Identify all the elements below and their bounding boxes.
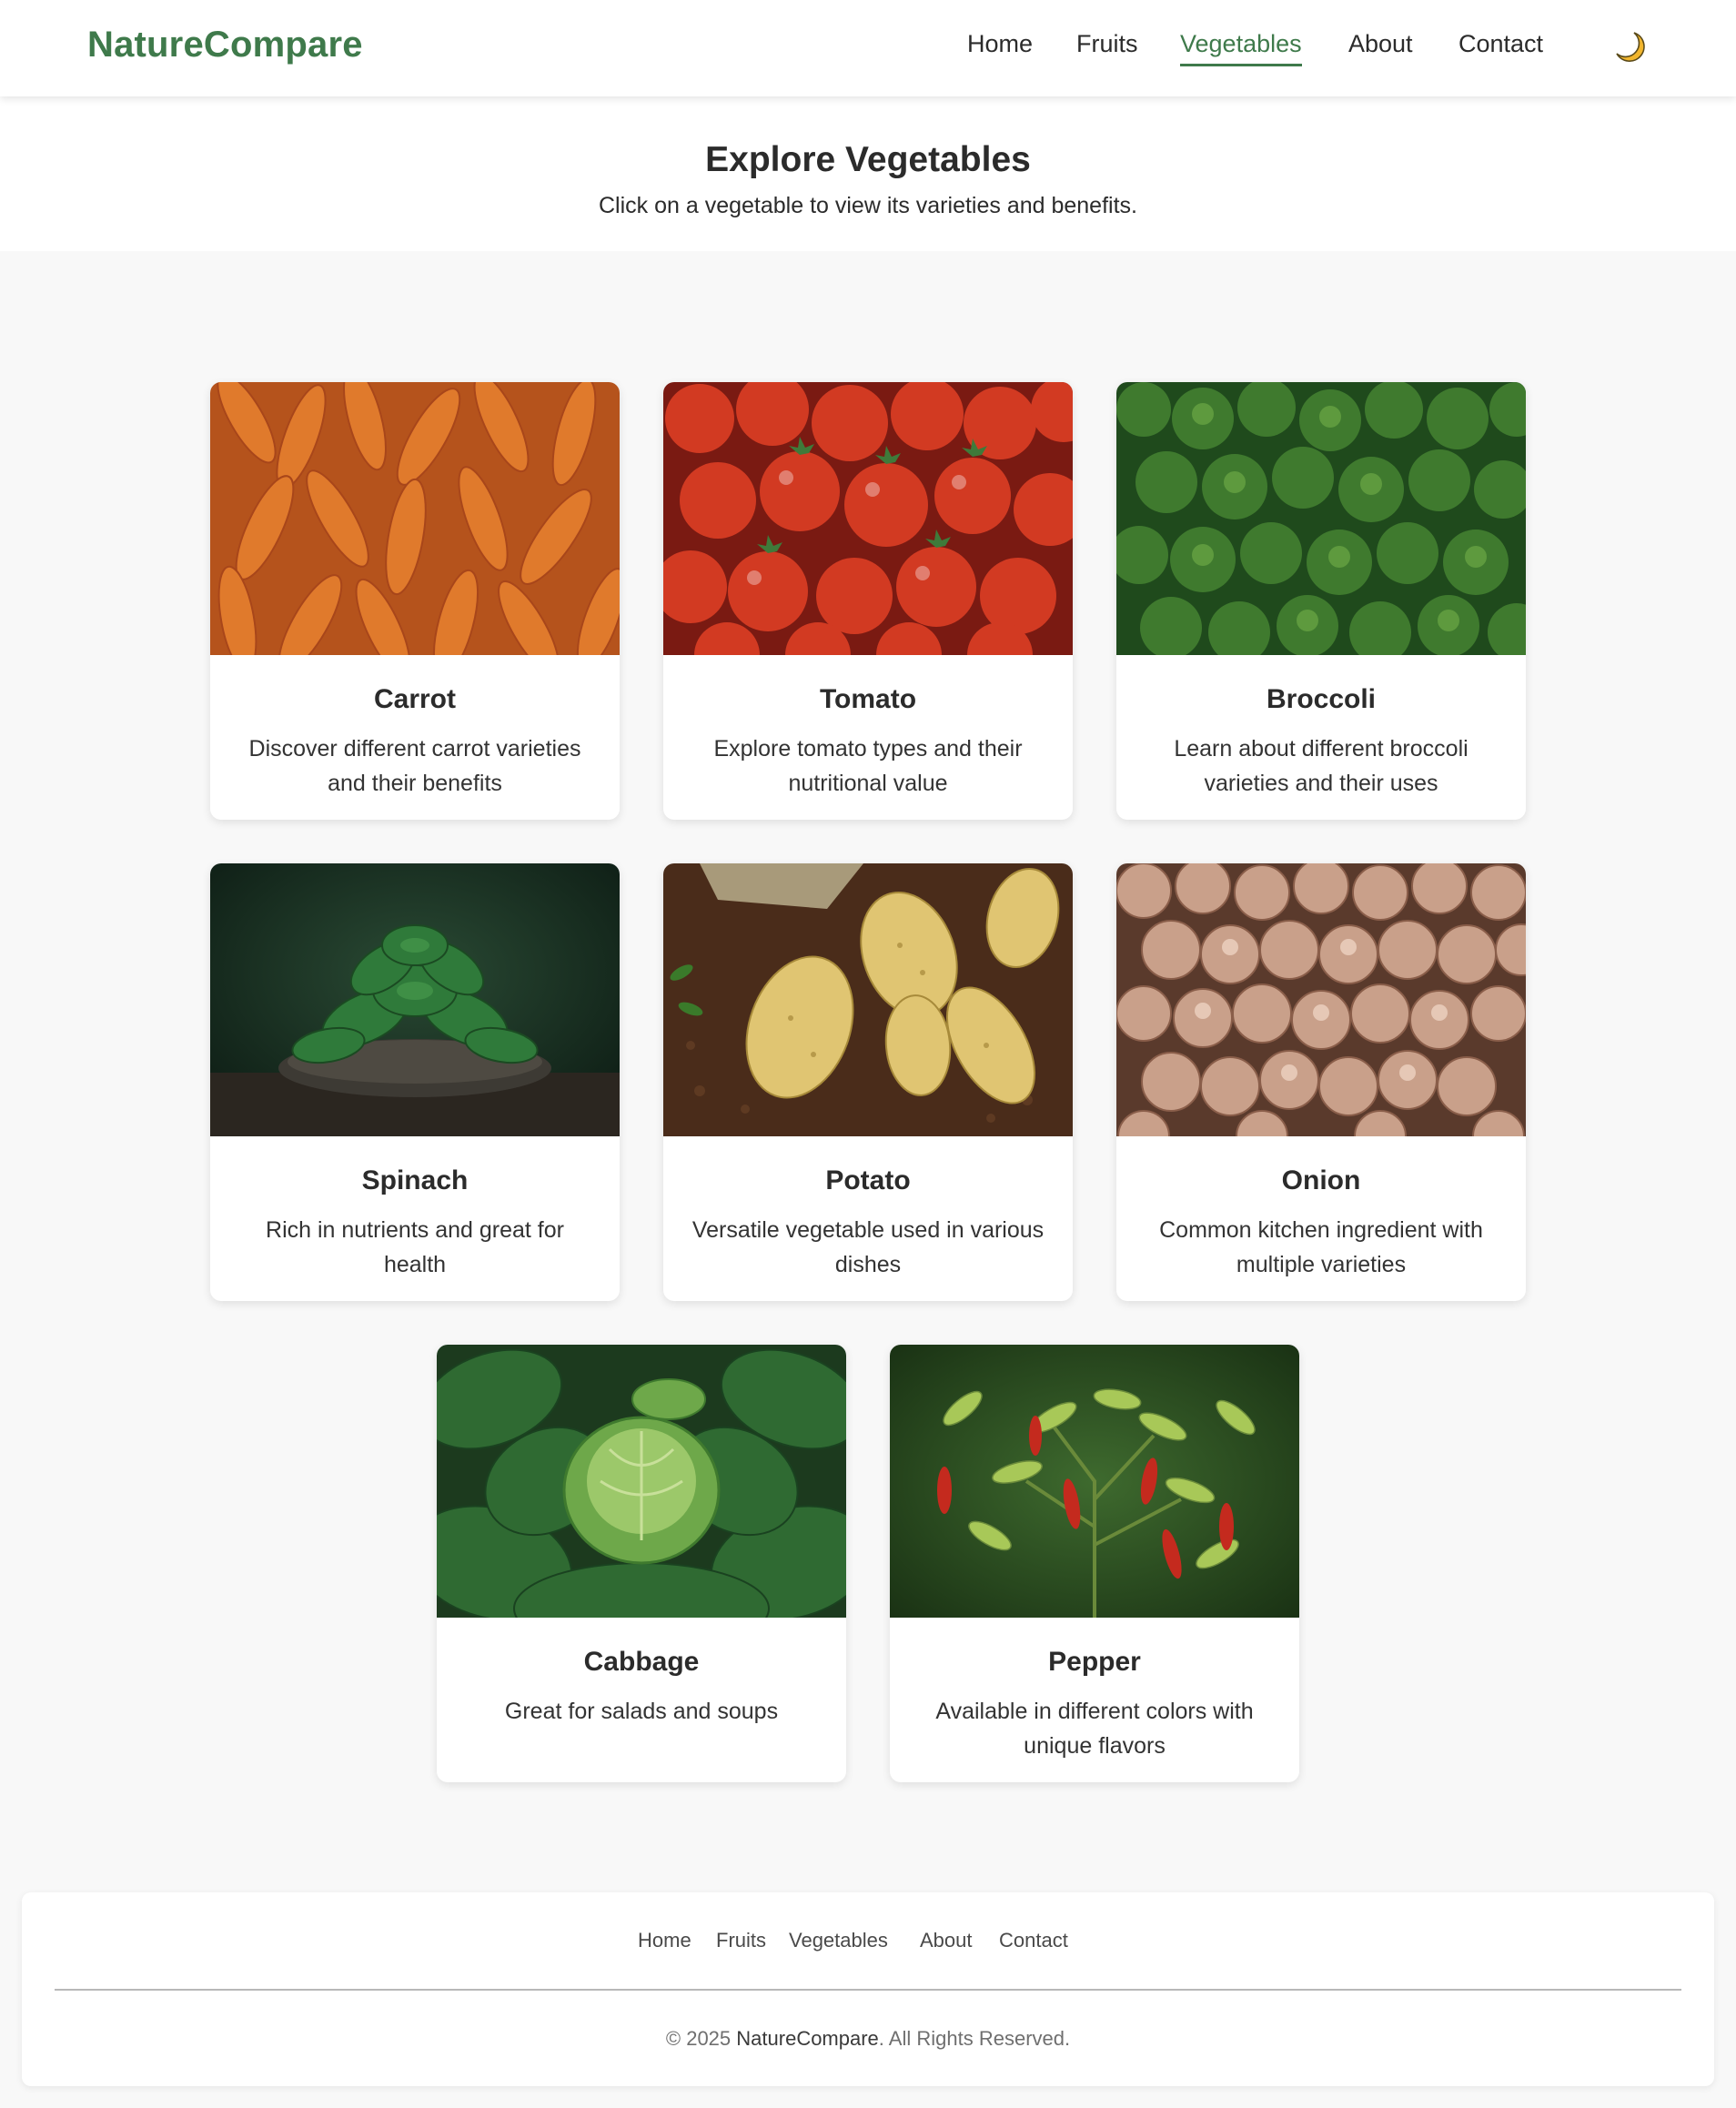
spinach-image	[210, 863, 620, 1136]
nav-home-link[interactable]: Home	[967, 30, 1033, 64]
copyright-text: © 2025 NatureCompare. All Rights Reserve…	[22, 2027, 1714, 2051]
footer-divider	[55, 1989, 1681, 1991]
card-title: Potato	[825, 1165, 911, 1195]
site-footer: Home Fruits Vegetables About Contact © 2…	[22, 1892, 1714, 2086]
card-title: Broccoli	[1266, 684, 1377, 714]
card-description: Available in different colors with uniqu…	[935, 1699, 1254, 1759]
card-title: Carrot	[373, 684, 456, 714]
nav-contact-link[interactable]: Contact	[1458, 30, 1543, 64]
onion-image	[1116, 863, 1526, 1136]
vegetable-card-pepper[interactable]: Pepper Available in different colors wit…	[890, 1345, 1299, 1782]
card-title: Spinach	[361, 1165, 469, 1195]
footer-about-link[interactable]: About	[920, 1929, 973, 1952]
card-description: Versatile vegetable used in various dish…	[691, 1217, 1045, 1277]
card-description: Great for salads and soups	[504, 1699, 779, 1724]
copyright-brand: NatureCompare	[736, 2027, 879, 2050]
tomato-image	[663, 382, 1073, 655]
card-description: Learn about different broccoli varieties…	[1174, 736, 1469, 796]
copyright-prefix: © 2025	[665, 2027, 737, 2050]
moon-icon	[1616, 32, 1645, 62]
card-description: Explore tomato types and their nutrition…	[713, 736, 1023, 796]
hero-section: Explore Vegetables Click on a vegetable …	[0, 96, 1736, 251]
card-description: Rich in nutrients and great for health	[266, 1217, 564, 1277]
broccoli-image	[1116, 382, 1526, 655]
footer-vegetables-link[interactable]: Vegetables	[789, 1929, 888, 1952]
card-title: Onion	[1281, 1165, 1361, 1195]
vegetable-card-cabbage[interactable]: Cabbage Great for salads and soups	[437, 1345, 846, 1782]
card-description: Discover different carrot varieties and …	[248, 736, 581, 796]
copyright-suffix: . All Rights Reserved.	[878, 2027, 1071, 2050]
nav-about-link[interactable]: About	[1348, 30, 1413, 64]
nav-vegetables-link[interactable]: Vegetables	[1180, 30, 1302, 66]
card-title: Tomato	[819, 684, 917, 714]
potato-image	[663, 863, 1073, 1136]
card-title: Pepper	[1048, 1647, 1141, 1677]
page-title: Explore Vegetables	[705, 140, 1031, 179]
footer-contact-link[interactable]: Contact	[999, 1929, 1068, 1952]
nav-fruits-link[interactable]: Fruits	[1076, 30, 1138, 64]
card-title: Cabbage	[583, 1647, 700, 1677]
pepper-image	[890, 1345, 1299, 1618]
vegetable-card-potato[interactable]: Potato Versatile vegetable used in vario…	[663, 863, 1073, 1301]
vegetable-card-spinach[interactable]: Spinach Rich in nutrients and great for …	[210, 863, 620, 1301]
carrot-image	[210, 382, 620, 655]
main-nav: Home Fruits Vegetables About Contact	[0, 30, 1736, 66]
site-header: NatureCompare Home Fruits Vegetables Abo…	[0, 0, 1736, 96]
vegetable-card-tomato[interactable]: Tomato Explore tomato types and their nu…	[663, 382, 1073, 820]
footer-nav: Home Fruits Vegetables About Contact	[22, 1929, 1714, 1958]
footer-fruits-link[interactable]: Fruits	[716, 1929, 766, 1952]
card-description: Common kitchen ingredient with multiple …	[1159, 1217, 1483, 1277]
vegetable-card-broccoli[interactable]: Broccoli Learn about different broccoli …	[1116, 382, 1526, 820]
vegetable-card-carrot[interactable]: Carrot Discover different carrot varieti…	[210, 382, 620, 820]
vegetable-card-onion[interactable]: Onion Common kitchen ingredient with mul…	[1116, 863, 1526, 1301]
page-subtitle: Click on a vegetable to view its varieti…	[599, 193, 1137, 218]
footer-home-link[interactable]: Home	[638, 1929, 691, 1952]
cabbage-image	[437, 1345, 846, 1618]
theme-toggle-button[interactable]	[1612, 29, 1649, 66]
